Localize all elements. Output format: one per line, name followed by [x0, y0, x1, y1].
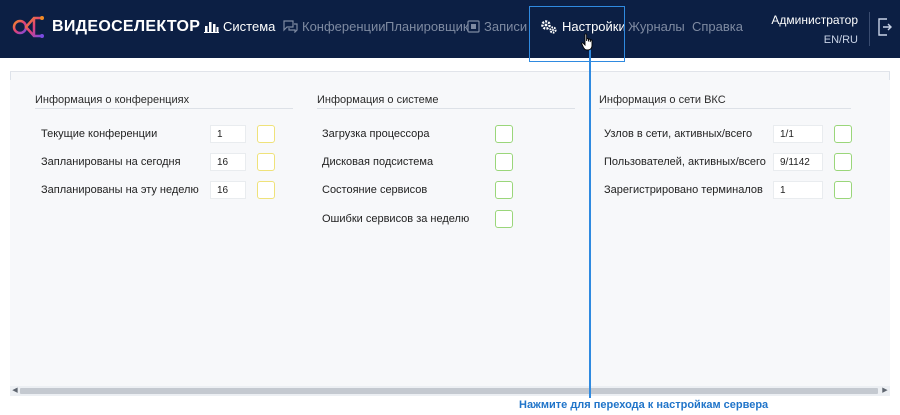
brand-logo[interactable]: ВИДЕОСЕЛЕКТОР	[12, 12, 200, 42]
nav-item-logs[interactable]: Журналы	[628, 19, 685, 34]
nav-label-records: Записи	[484, 19, 528, 34]
nav-item-scheduler[interactable]: Планировщик	[385, 19, 469, 34]
nav-item-system[interactable]: Система	[204, 19, 275, 34]
row-label-service-errors-week: Ошибки сервисов за неделю	[322, 213, 470, 225]
status-indicator-nodes	[834, 125, 852, 143]
hand-cursor-icon	[581, 33, 595, 56]
header-divider	[869, 12, 870, 46]
status-indicator-disk-subsystem	[495, 153, 513, 171]
row-label-scheduled-week: Запланированы на эту неделю	[41, 184, 199, 196]
section-rule-network	[599, 108, 851, 109]
value-terminals: 1	[773, 181, 823, 199]
scroll-left-arrow-icon[interactable]: ◀	[10, 386, 20, 396]
section-title-conferences: Информация о конференциях	[35, 94, 190, 106]
row-label-current-conferences: Текущие конференции	[41, 128, 158, 140]
row-label-nodes: Узлов в сети, активных/всего	[604, 128, 753, 140]
scrollbar-thumb[interactable]	[20, 388, 878, 394]
record-icon	[467, 20, 480, 33]
status-indicator-service-errors-week	[495, 210, 513, 228]
section-title-network: Информация о сети ВКС	[599, 94, 726, 106]
status-indicator-current-conferences	[257, 125, 275, 143]
row-label-users: Пользователей, активных/всего	[604, 156, 766, 168]
callout-text: Нажмите для перехода к настройкам сервер…	[519, 399, 769, 411]
status-indicator-services-state	[495, 181, 513, 199]
value-current-conferences: 1	[210, 125, 246, 143]
status-indicator-terminals	[834, 181, 852, 199]
row-label-cpu-load: Загрузка процессора	[322, 128, 430, 140]
nav-item-conferences[interactable]: Конференции	[283, 19, 386, 34]
panel-corner-left	[10, 72, 11, 80]
value-scheduled-week: 16	[210, 181, 246, 199]
section-rule-conferences	[35, 108, 293, 109]
status-indicator-users	[834, 153, 852, 171]
row-label-terminals: Зарегистрировано терминалов	[604, 184, 763, 196]
section-rule-system	[317, 108, 575, 109]
nav-item-records[interactable]: Записи	[467, 19, 527, 34]
nav-label-conferences: Конференции	[302, 19, 386, 34]
status-indicator-cpu-load	[495, 125, 513, 143]
row-label-services-state: Состояние сервисов	[322, 184, 428, 196]
value-users: 9/1142	[773, 153, 823, 171]
nav-item-help[interactable]: Справка	[692, 19, 743, 34]
dashboard-panel: Информация о конференциях Текущие конфер…	[10, 71, 890, 396]
chat-icon	[283, 20, 298, 33]
scroll-right-arrow-icon[interactable]: ▶	[880, 386, 890, 396]
nav-label-help: Справка	[692, 19, 743, 34]
user-name[interactable]: Администратор	[771, 13, 858, 27]
value-nodes: 1/1	[773, 125, 823, 143]
videoselector-logo-icon	[12, 16, 44, 38]
status-indicator-scheduled-week	[257, 181, 275, 199]
section-title-system: Информация о системе	[317, 94, 439, 106]
value-scheduled-today: 16	[210, 153, 246, 171]
logout-button[interactable]	[878, 18, 892, 41]
nav-label-system: Система	[223, 19, 276, 34]
brand-name: ВИДЕОСЕЛЕКТОР	[52, 18, 201, 35]
status-indicator-scheduled-today	[257, 153, 275, 171]
language-switcher[interactable]: EN/RU	[824, 34, 858, 46]
row-label-disk-subsystem: Дисковая подсистема	[322, 156, 434, 168]
bar-chart-icon	[204, 22, 219, 33]
callout-line	[589, 45, 591, 398]
row-label-scheduled-today: Запланированы на сегодня	[41, 156, 181, 168]
nav-label-logs: Журналы	[628, 19, 685, 34]
logout-icon	[878, 18, 892, 36]
horizontal-scrollbar[interactable]: ◀ ▶	[10, 386, 890, 396]
settings-highlight-frame	[529, 6, 625, 62]
top-navigation-bar: ВИДЕОСЕЛЕКТОР Система Конференции Планир…	[0, 0, 900, 58]
panel-corner-right	[889, 72, 890, 80]
nav-label-scheduler: Планировщик	[385, 19, 469, 34]
